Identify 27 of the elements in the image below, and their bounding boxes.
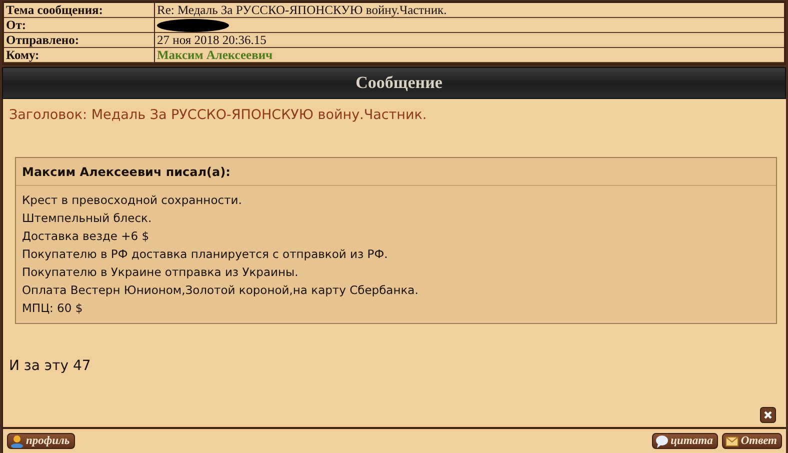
field-label: Кому:: [4, 48, 155, 63]
speech-bubble-icon: [654, 434, 669, 448]
person-icon: [10, 434, 24, 448]
recipient-name: Максим Алексеевич: [155, 48, 784, 63]
quote-line: Покупателю в Украине отправка из Украины.: [22, 264, 300, 281]
field-label: От:: [4, 18, 155, 33]
envelope-icon: [724, 434, 739, 448]
field-label: Тема сообщения:: [4, 3, 155, 18]
field-value: Re: Медаль За РУССКО-ЯПОНСКУЮ войну.Частник.: [155, 3, 784, 18]
profile-button[interactable]: профиль: [7, 433, 75, 449]
field-value: 27 ноя 2018 20:36.15: [155, 33, 784, 48]
reply-button[interactable]: Ответ: [722, 433, 782, 449]
banner-title: Сообщение: [356, 73, 442, 93]
quote-line: Крест в превосходной сохранности.: [22, 192, 243, 209]
post-text: И за эту 47: [9, 358, 92, 374]
field-label: Отправлено:: [4, 33, 155, 48]
redaction-mark: [157, 18, 229, 32]
post-subject: Заголовок: Медаль За РУССКО-ЯПОНСКУЮ войну.Частник.: [9, 107, 428, 123]
quote-author: Максим Алексеевич писал(а):: [16, 158, 776, 186]
quote-line: Покупателю в РФ доставка планируется с отправкой из РФ.: [22, 246, 389, 263]
close-button[interactable]: [760, 407, 776, 423]
quote-button[interactable]: цитата: [652, 433, 718, 449]
quote-line: МПЦ: 60 $: [22, 300, 84, 317]
quote-line: Доставка везде +6 $: [22, 228, 150, 245]
quote-line: Штемпельный блеск.: [22, 210, 153, 227]
close-icon: [763, 410, 773, 420]
quote-line: Оплата Вестерн Юнионом,Золотой короной,на карту Сбербанка.: [22, 282, 420, 299]
